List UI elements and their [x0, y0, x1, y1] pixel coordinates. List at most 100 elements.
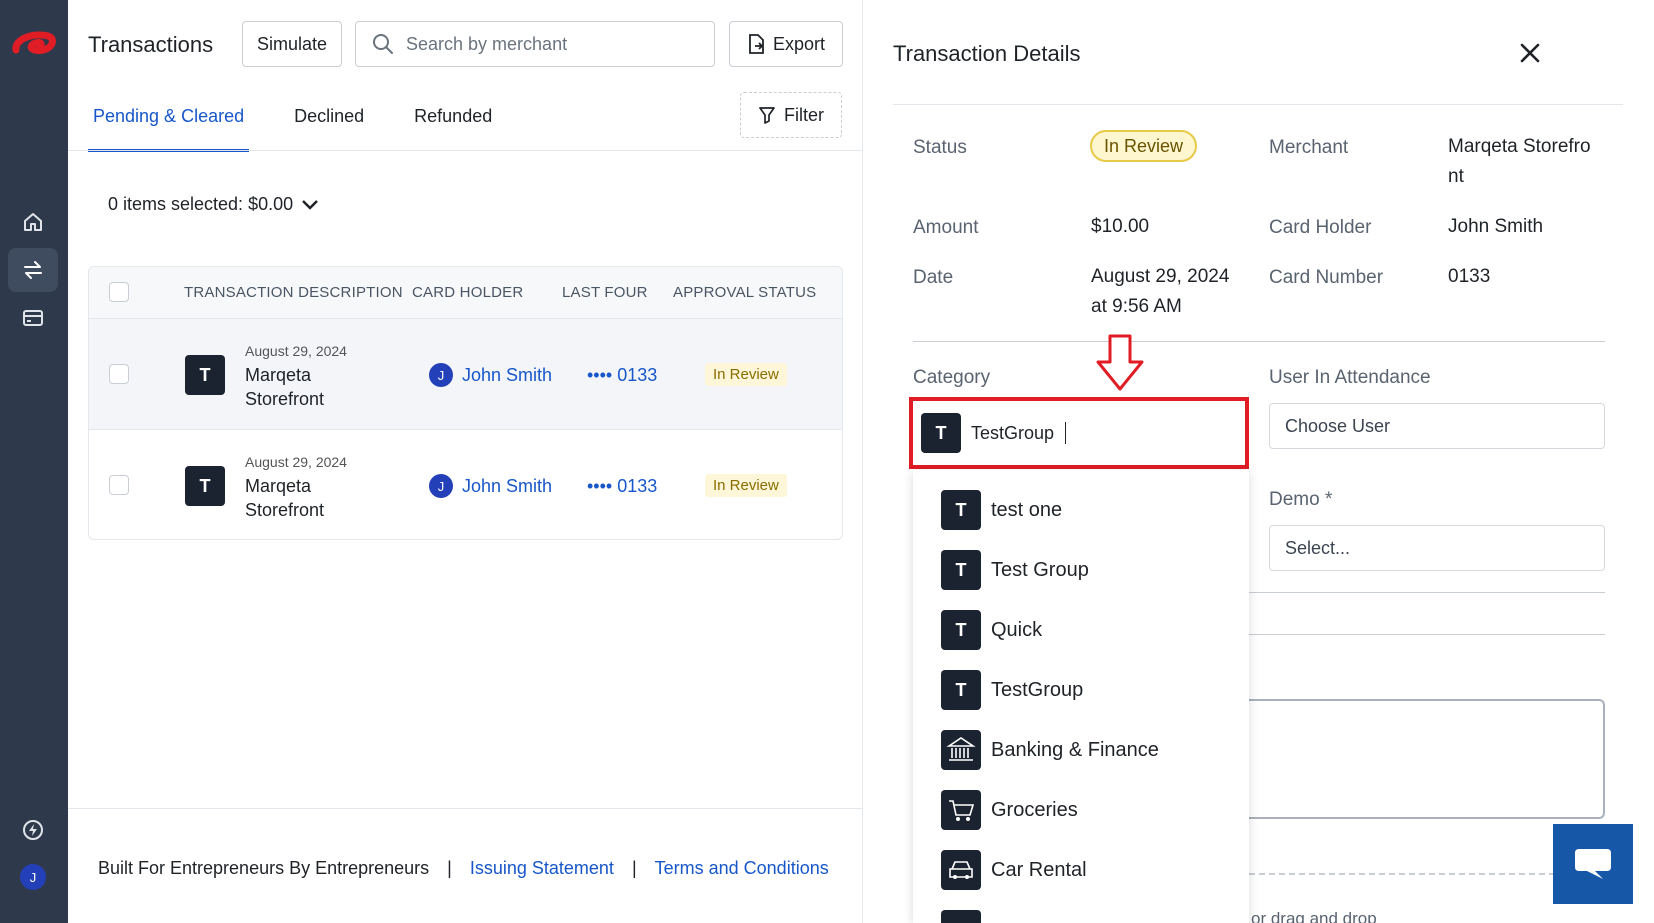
option-label: test one	[991, 498, 1063, 521]
category-option-partial[interactable]	[941, 910, 981, 923]
user-attendance-select[interactable]: Choose User	[1269, 403, 1605, 449]
notes-textarea[interactable]	[1249, 699, 1605, 819]
nav-cards[interactable]	[8, 296, 58, 340]
card-holder-label: Card Holder	[1269, 217, 1372, 238]
export-label: Export	[772, 33, 826, 54]
status-badge: In Review	[705, 474, 787, 497]
merchant-label: Merchant	[1269, 137, 1349, 158]
filter-icon	[759, 107, 775, 124]
close-icon[interactable]	[1515, 38, 1545, 68]
tab-pending-cleared[interactable]: Pending & Cleared	[88, 100, 250, 152]
category-option[interactable]: Car Rental	[941, 850, 1087, 890]
footer: Built For Entrepreneurs By Entrepreneurs…	[98, 858, 829, 879]
category-option[interactable]: T TestGroup	[941, 670, 1083, 710]
category-option[interactable]: Groceries	[941, 790, 1078, 830]
demo-placeholder: Select...	[1285, 537, 1351, 558]
holder-avatar: J	[429, 474, 453, 498]
category-label: Category	[913, 367, 991, 388]
export-button[interactable]: Export	[729, 21, 843, 67]
panel-title: Transaction Details	[893, 41, 1081, 66]
chat-bubble-icon	[1575, 849, 1611, 879]
category-option[interactable]: T Test Group	[941, 550, 1089, 590]
nav-home[interactable]	[8, 200, 58, 244]
holder-name: John Smith	[462, 364, 553, 385]
table-header: TRANSACTION DESCRIPTION CARD HOLDER LAST…	[89, 267, 842, 319]
selection-summary-text: 0 items selected: $0.00	[108, 194, 294, 214]
option-label: Quick	[991, 618, 1043, 641]
nav-transactions[interactable]	[8, 248, 58, 292]
page-title: Transactions	[88, 32, 214, 57]
table-row[interactable]: T August 29, 2024 Marqeta Storefront J J…	[89, 430, 842, 539]
transactions-main: Transactions Simulate Export Pending & C…	[68, 0, 863, 923]
user-attendance-label: User In Attendance	[1269, 367, 1431, 388]
panel-divider	[893, 104, 1623, 105]
filter-button[interactable]: Filter	[740, 92, 842, 138]
category-option[interactable]: Banking & Finance	[941, 730, 1159, 770]
card-holder-value: John Smith	[1448, 216, 1544, 237]
transaction-date: August 29, 2024	[245, 454, 347, 470]
merchant-name: Marqeta Storefront	[245, 476, 325, 520]
col-last-four: LAST FOUR	[562, 284, 648, 301]
chat-launcher-button[interactable]	[1553, 824, 1633, 904]
holder-avatar: J	[429, 363, 453, 387]
demo-select[interactable]: Select...	[1269, 525, 1605, 571]
bank-icon	[941, 730, 981, 770]
option-label: Car Rental	[991, 858, 1087, 881]
category-input[interactable]: T TestGroup	[921, 413, 1067, 453]
letter-t-icon: T	[941, 670, 981, 710]
simulate-button[interactable]: Simulate	[242, 21, 342, 67]
table-row[interactable]: T August 29, 2024 Marqeta Storefront J J…	[89, 319, 842, 430]
user-avatar[interactable]: J	[20, 864, 46, 890]
col-card-holder: CARD HOLDER	[412, 284, 524, 301]
card-holder-link[interactable]: J John Smith	[429, 363, 552, 387]
search-box[interactable]	[355, 21, 715, 67]
user-attendance-placeholder: Choose User	[1285, 415, 1391, 436]
footer-tagline: Built For Entrepreneurs By Entrepreneurs	[98, 858, 430, 878]
form-separator	[1249, 592, 1605, 593]
issuing-statement-link[interactable]: Issuing Statement	[470, 858, 614, 879]
tab-declined[interactable]: Declined	[289, 100, 369, 152]
date-label: Date	[913, 267, 954, 288]
merchant-value-line1: Marqeta Storefro	[1448, 136, 1591, 157]
transactions-table: TRANSACTION DESCRIPTION CARD HOLDER LAST…	[88, 266, 843, 540]
letter-t-icon: T	[941, 490, 981, 530]
transfer-arrows-icon	[24, 261, 42, 279]
amount-label: Amount	[913, 217, 979, 238]
selection-summary-dropdown[interactable]: 0 items selected: $0.00	[108, 194, 319, 215]
col-approval-status: APPROVAL STATUS	[673, 284, 817, 301]
category-input-highlight[interactable]: T TestGroup	[909, 397, 1249, 469]
date-value-line2: at 9:56 AM	[1091, 296, 1182, 317]
date-value-line1: August 29, 2024	[1091, 266, 1230, 287]
chevron-down-icon	[302, 199, 318, 210]
status-badge: In Review	[1090, 130, 1198, 162]
transaction-details-panel: Transaction Details Status In Review Mer…	[863, 0, 1654, 923]
merchant-name: Marqeta Storefront	[245, 365, 325, 409]
card-holder-link[interactable]: J John Smith	[429, 474, 552, 498]
car-icon	[941, 850, 981, 890]
brand-logo[interactable]	[10, 26, 56, 66]
footer-divider	[68, 808, 863, 809]
select-all-checkbox[interactable]	[109, 282, 129, 302]
category-dropdown: T test one T Test Group T Quick T TestGr…	[913, 470, 1249, 923]
last-four: •••• 0133	[587, 365, 658, 385]
card-icon	[23, 310, 43, 326]
plane-icon	[941, 910, 981, 923]
merchant-avatar: T	[185, 355, 225, 395]
footer-separator: |	[447, 858, 452, 878]
holder-name: John Smith	[462, 475, 553, 496]
category-option[interactable]: T test one	[941, 490, 1062, 530]
card-number-label: Card Number	[1269, 267, 1384, 288]
search-input[interactable]	[406, 33, 696, 55]
transaction-date: August 29, 2024	[245, 343, 347, 359]
category-avatar: T	[921, 413, 961, 453]
row-checkbox[interactable]	[109, 475, 129, 495]
shopping-cart-icon	[941, 790, 981, 830]
nav-lightning[interactable]	[8, 808, 58, 852]
option-label: TestGroup	[991, 678, 1084, 701]
tab-refunded[interactable]: Refunded	[409, 100, 497, 152]
letter-t-icon: T	[941, 610, 981, 650]
row-checkbox[interactable]	[109, 364, 129, 384]
category-option[interactable]: T Quick	[941, 610, 1042, 650]
terms-link[interactable]: Terms and Conditions	[655, 858, 829, 879]
export-file-icon	[749, 34, 764, 54]
